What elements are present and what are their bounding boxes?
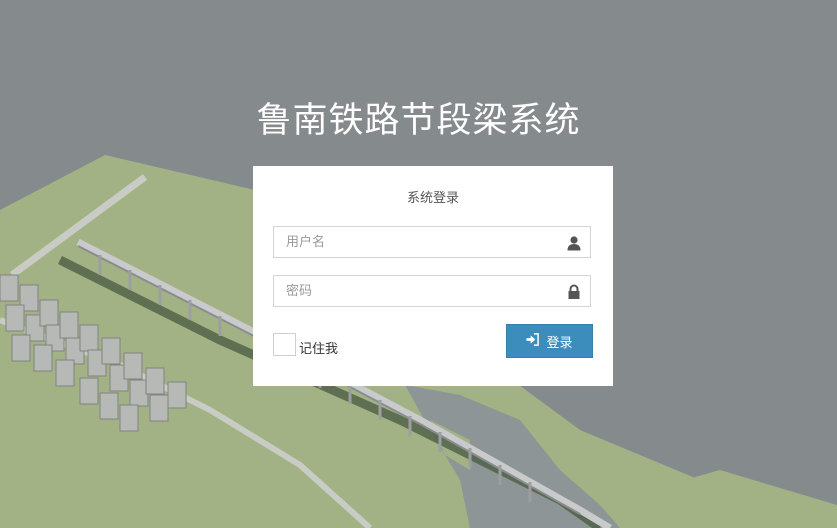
app-title: 鲁南铁路节段梁系统 (256, 101, 581, 141)
user-icon (566, 235, 582, 251)
username-field[interactable] (273, 226, 591, 258)
lock-icon (566, 284, 582, 300)
login-button-label: 登录 (546, 334, 573, 350)
password-field[interactable] (273, 275, 591, 307)
remember-me-label: 记住我 (299, 342, 339, 357)
login-panel-title: 系统登录 (406, 191, 459, 206)
username-input[interactable] (274, 227, 566, 257)
sign-in-icon (526, 333, 540, 349)
password-input[interactable] (274, 276, 566, 306)
login-panel: 系统登录 记住我 登录 (253, 166, 613, 386)
login-button[interactable]: 登录 (506, 324, 593, 358)
remember-me-checkbox[interactable] (273, 333, 296, 356)
